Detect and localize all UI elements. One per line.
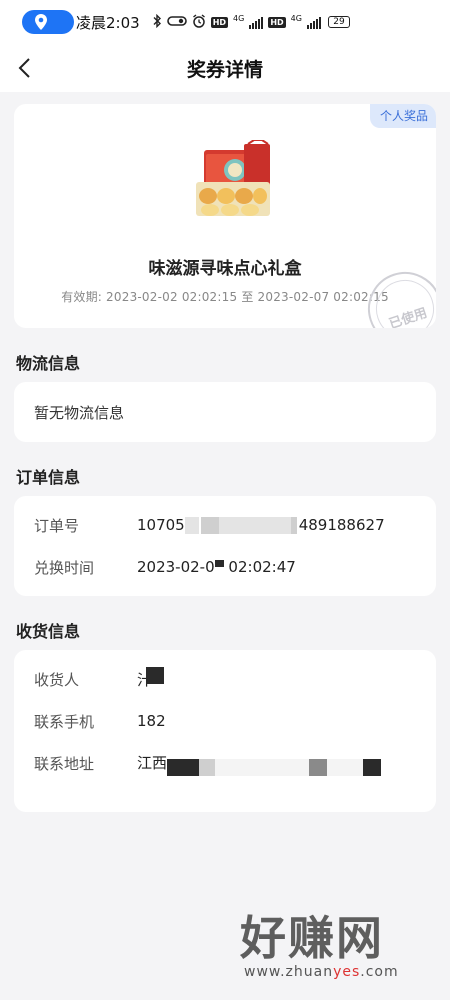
page-title: 奖券详情 [186,58,263,81]
logistics-section-title: 物流信息 [16,354,81,373]
redaction [200,517,219,534]
receiver-name-value: 汁 [137,666,416,690]
logistics-empty-text: 暂无物流信息 [34,403,125,422]
redaction [218,517,291,534]
network-type: 4G [290,14,302,23]
hd-badge: HD [210,16,229,28]
link-icon [166,15,187,30]
receiver-name-row: 收货人 汁 [34,658,416,700]
info-label: 联系地址 [34,754,95,773]
receiver-card: 收货人 汁 联系手机 182 联系地址 江西 [14,650,436,812]
prize-name: 味滋源寻味点心礼盒 [148,259,302,279]
signal-icon [249,16,264,29]
redaction [167,758,200,776]
redaction [290,517,297,534]
exchange-time-start: 2023-02-0 [137,558,215,576]
alarm-icon [192,13,206,31]
redaction [184,517,199,534]
status-time: 凌晨2:03 [76,13,140,32]
back-arrow-icon[interactable] [16,56,36,80]
bluetooth-icon [152,13,162,31]
prize-card: 个人奖品 味滋源寻味点心礼盒 有效期: 2023-02-02 02:02:15 … [14,104,436,328]
network-type: 4G [233,14,245,23]
gift-box-image [196,140,270,216]
redaction [363,758,382,776]
exchange-time-end: 02:02:47 [228,558,296,576]
hd-badge: HD [268,16,286,28]
order-number-value: 10705 489188627 [137,516,416,534]
nav-header: 奖券详情 [0,44,450,92]
info-label: 联系手机 [34,712,95,731]
receiver-address-value: 江西 [137,751,416,776]
status-bar: 凌晨2:03 HD 4G HD 4G 29 [0,0,450,44]
order-number-start: 10705 [137,516,185,534]
redaction [214,560,224,567]
watermark-url: www.zhuanyes.com [244,964,399,980]
redaction [199,758,216,776]
redaction [146,666,165,684]
order-number-end: 489188627 [298,516,385,534]
order-card: 订单号 10705 489188627 兑换时间 2023-02-0 02:02:… [14,496,436,596]
redaction [215,758,310,776]
exchange-time-value: 2023-02-0 02:02:47 [137,558,416,576]
receiver-phone-row: 联系手机 182 [34,700,416,742]
logistics-card: 暂无物流信息 [14,382,436,442]
info-label: 兑换时间 [34,558,95,577]
battery-icon: 29 [327,16,350,28]
redaction [309,758,328,776]
receiver-section-title: 收货信息 [16,622,81,641]
receiver-address-row: 联系地址 江西 [34,742,416,784]
watermark-brand: 好赚网 [240,911,384,965]
order-number-row: 订单号 10705 489188627 [34,504,416,546]
watermark: 好赚网 www.zhuanyes.com [240,912,440,996]
exchange-time-row: 兑换时间 2023-02-0 02:02:47 [34,546,416,588]
info-label: 订单号 [34,516,80,535]
signal-icon [306,16,321,29]
redaction [327,758,364,776]
receiver-phone-value: 182 [137,712,166,730]
info-label: 收货人 [34,670,80,689]
order-section-title: 订单信息 [16,468,81,487]
location-icon [22,10,74,34]
prize-type-badge: 个人奖品 [369,104,436,128]
